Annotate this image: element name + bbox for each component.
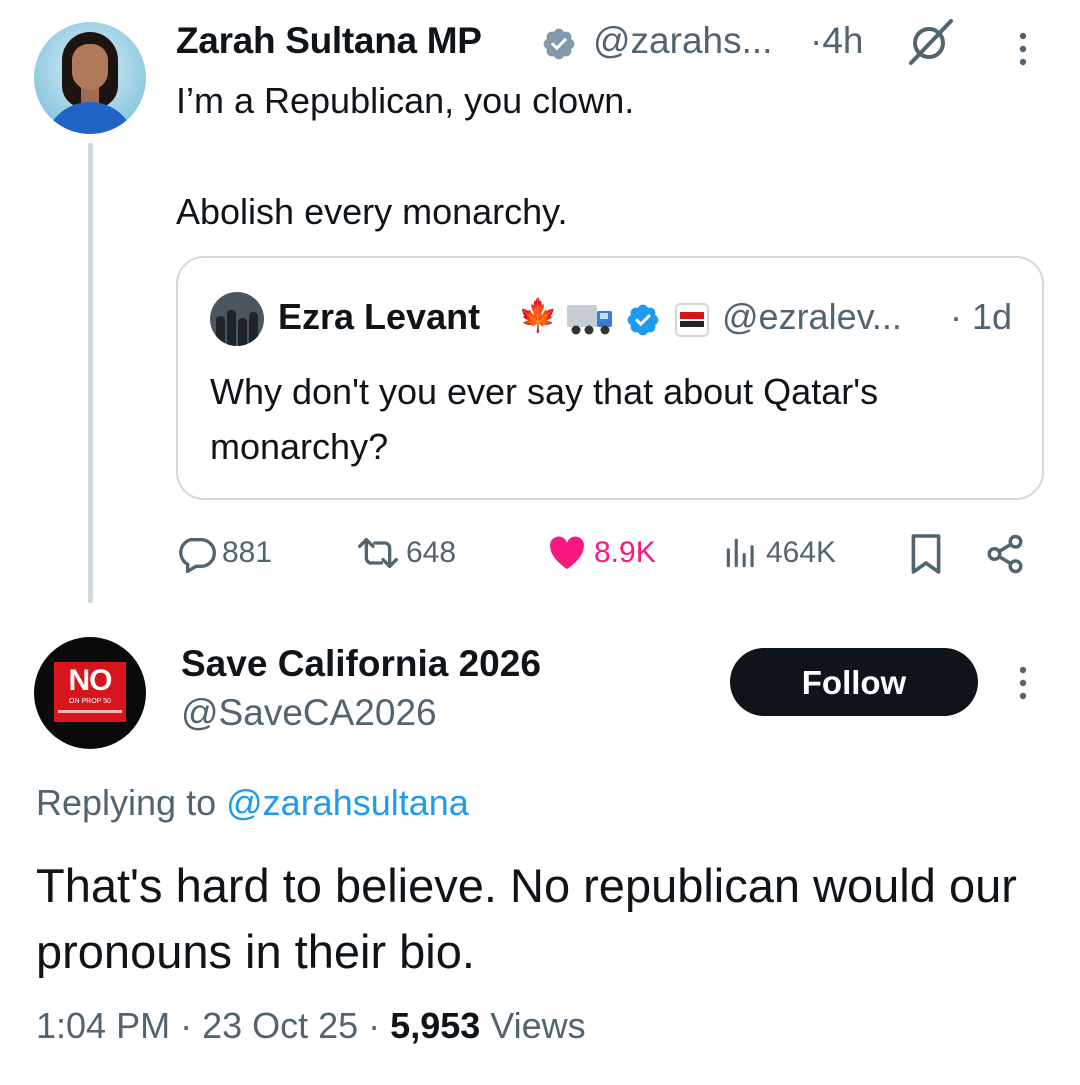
like-button[interactable]: 8.9K	[546, 530, 656, 576]
avatar-zarah-sultana[interactable]	[34, 22, 146, 134]
reply-icon	[179, 538, 216, 573]
tweet-time[interactable]: 1:04 PM	[36, 1005, 170, 1046]
share-icon[interactable]	[984, 532, 1026, 576]
tweet-meta: 1:04 PM · 23 Oct 25 · 5,953 Views	[36, 1005, 586, 1046]
replying-to-mention[interactable]: @zarahsultana	[226, 782, 469, 823]
parent-tweet-text-line2: Abolish every monarchy.	[176, 191, 568, 232]
quoted-handle[interactable]: @ezralev...	[722, 296, 902, 338]
more-options-icon[interactable]	[1009, 30, 1037, 68]
grok-icon[interactable]	[905, 17, 955, 67]
parent-timestamp[interactable]: ·4h	[810, 20, 863, 62]
separator-dot: ·	[810, 20, 823, 61]
reply-author-name[interactable]: Save California 2026	[181, 643, 541, 685]
like-icon	[550, 536, 584, 569]
like-count: 8.9K	[594, 536, 656, 569]
rebel-news-icon	[675, 303, 709, 337]
views-button[interactable]: 464K	[722, 530, 836, 576]
parent-handle[interactable]: @zarahs...	[593, 20, 772, 62]
maple-leaf-emoji: 🍁	[518, 297, 558, 333]
bookmark-icon[interactable]	[908, 532, 944, 576]
parent-author-name[interactable]: Zarah Sultana MP	[176, 20, 482, 62]
reply-count: 881	[222, 536, 273, 569]
verified-badge-icon	[627, 304, 659, 336]
replying-prefix: Replying to	[36, 782, 217, 823]
avatar-ezra-levant[interactable]	[210, 292, 264, 346]
quoted-author-name[interactable]: Ezra Levant	[278, 296, 480, 338]
views-count: 464K	[766, 536, 837, 569]
repost-button[interactable]: 648	[356, 530, 456, 576]
tweet-date[interactable]: 23 Oct 25	[202, 1005, 358, 1046]
avatar-save-california[interactable]: NO ON PROP 50	[34, 637, 146, 749]
reply-handle[interactable]: @SaveCA2026	[181, 692, 437, 734]
reply-tweet-text: That's hard to believe. No republican wo…	[36, 859, 1017, 978]
repost-icon	[357, 538, 398, 568]
repost-count: 648	[406, 536, 457, 569]
reply-button[interactable]: 881	[176, 530, 272, 576]
quoted-tweet-text: Why don't you ever say that about Qatar'…	[210, 371, 879, 467]
replying-to-line: Replying to @zarahsultana	[36, 782, 469, 824]
parent-time: 4h	[822, 20, 864, 61]
truck-icon	[567, 305, 612, 335]
follow-button[interactable]: Follow	[730, 648, 978, 716]
views-count-total: 5,953	[390, 1005, 481, 1046]
avatar-subtext: ON PROP 50	[69, 698, 111, 705]
views-icon	[726, 538, 754, 568]
avatar-no-text: NO	[68, 664, 113, 697]
verified-badge-icon	[543, 28, 575, 60]
parent-tweet-text-line1: I’m a Republican, you clown.	[176, 80, 635, 121]
thread-connector-line	[88, 143, 93, 603]
views-label: Views	[490, 1005, 586, 1046]
more-options-icon[interactable]	[1009, 664, 1037, 702]
quoted-timestamp[interactable]: · 1d	[950, 296, 1012, 338]
